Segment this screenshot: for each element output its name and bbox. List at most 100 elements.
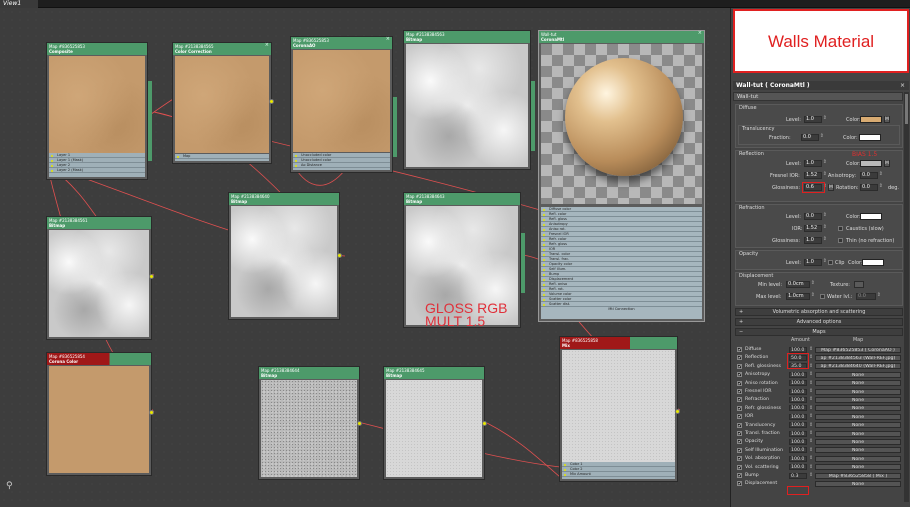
- rotation-spinner[interactable]: 0.0: [860, 184, 883, 191]
- spinner-arrows-icon[interactable]: ⇕: [809, 464, 813, 471]
- bitmap-node[interactable]: Map #2138384563 Bitmap: [403, 30, 535, 170]
- corona-ao-node[interactable]: Map #836525853 CoronaAO × Unoccluded color…: [290, 36, 397, 173]
- map-enable-checkbox[interactable]: ✔: [737, 456, 742, 462]
- map-slot-button[interactable]: None: [815, 455, 901, 462]
- color-correction-node[interactable]: Map #2138384565 Color Correction × Map: [172, 42, 274, 164]
- slot[interactable]: Map: [175, 154, 269, 159]
- map-amount-spinner[interactable]: 100.0: [789, 405, 807, 412]
- output-socket[interactable]: [531, 81, 535, 151]
- map-amount-spinner[interactable]: 100.0: [789, 388, 807, 395]
- maps-rollout[interactable]: − Maps: [735, 328, 903, 336]
- spinner-arrows-icon[interactable]: ⇕: [809, 438, 813, 445]
- map-amount-spinner[interactable]: 100.0: [789, 413, 807, 420]
- corona-material-node[interactable]: Wall-tut CoronaMtl × Diffuse color Refl. c…: [538, 30, 705, 322]
- clip-checkbox[interactable]: [828, 260, 833, 265]
- map-amount-spinner[interactable]: 100.0: [789, 346, 807, 353]
- map-enable-checkbox[interactable]: ✔: [737, 405, 742, 411]
- output-socket[interactable]: [521, 233, 525, 293]
- map-enable-checkbox[interactable]: ✔: [737, 363, 742, 369]
- map-amount-spinner[interactable]: 100.0: [789, 447, 807, 454]
- spinner-arrows-icon[interactable]: ⇕: [809, 388, 813, 395]
- min-level-spinner[interactable]: 0.0cm: [786, 281, 815, 288]
- map-enable-checkbox[interactable]: ✔: [737, 439, 742, 445]
- bitmap-node[interactable]: Map #2138384640 Bitmap: [228, 192, 342, 320]
- map-enable-checkbox[interactable]: ✔: [737, 397, 742, 403]
- thin-checkbox[interactable]: [838, 238, 843, 243]
- close-icon[interactable]: ×: [698, 31, 702, 36]
- map-slot-button[interactable]: Map #836525853 ( CoronaAO ): [815, 346, 901, 353]
- slot[interactable]: Ao Distance: [293, 163, 390, 168]
- fresnel-ior-spinner[interactable]: 1.52: [804, 172, 827, 179]
- map-enable-checkbox[interactable]: ✔: [737, 372, 742, 378]
- output-socket[interactable]: [357, 421, 362, 426]
- map-amount-spinner[interactable]: 100.0: [789, 438, 807, 445]
- map-enable-checkbox[interactable]: ✔: [737, 389, 742, 394]
- map-slot-button[interactable]: None: [815, 405, 901, 412]
- spinner-arrows-icon[interactable]: ⇕: [809, 396, 813, 403]
- map-slot-button[interactable]: None: [815, 380, 901, 387]
- map-slot-button[interactable]: ap #2138384563 (Wall-REF.jpg): [815, 354, 901, 361]
- map-slot-button[interactable]: None: [815, 438, 901, 445]
- texture-map-button[interactable]: [854, 281, 864, 288]
- output-socket[interactable]: [482, 421, 487, 426]
- spinner-arrows-icon[interactable]: ⇕: [809, 447, 813, 454]
- diffuse-map-button[interactable]: M: [884, 116, 890, 123]
- water-level-spinner[interactable]: 0.0: [856, 293, 881, 300]
- bitmap-node[interactable]: Map #2138384645 Bitmap: [383, 366, 487, 480]
- map-slot-button[interactable]: None: [815, 480, 901, 487]
- map-amount-spinner[interactable]: 100.0: [789, 430, 807, 437]
- spinner-arrows-icon[interactable]: ⇕: [809, 380, 813, 387]
- slot[interactable]: Scatter dist.: [541, 302, 702, 307]
- output-socket[interactable]: [337, 253, 342, 258]
- map-slot-button[interactable]: None: [815, 396, 901, 403]
- map-slot-button[interactable]: ap #2138384640 (Wall-REF.jpg): [815, 363, 901, 370]
- mix-node[interactable]: Map #836525858 Mix Color 1 Color 2 Mix Am…: [559, 336, 680, 482]
- map-enable-checkbox[interactable]: ✔: [737, 414, 742, 420]
- map-enable-checkbox[interactable]: ✔: [737, 422, 742, 428]
- close-icon[interactable]: ×: [900, 81, 905, 90]
- map-slot-button[interactable]: None: [815, 422, 901, 429]
- bitmap-node[interactable]: Map #2138384644 Bitmap: [258, 366, 362, 480]
- spinner-arrows-icon[interactable]: ⇕: [809, 405, 813, 412]
- output-socket[interactable]: [149, 274, 154, 279]
- output-socket[interactable]: [675, 409, 680, 414]
- map-enable-checkbox[interactable]: ✔: [737, 481, 742, 487]
- map-amount-spinner[interactable]: 100.0: [789, 455, 807, 462]
- refraction-glossiness-spinner[interactable]: 1.0: [804, 237, 827, 244]
- reflection-color-swatch[interactable]: [860, 160, 882, 167]
- output-socket[interactable]: [148, 81, 152, 161]
- caustics-checkbox[interactable]: [838, 226, 843, 231]
- map-enable-checkbox[interactable]: ✔: [737, 473, 742, 478]
- spinner-arrows-icon[interactable]: ⇕: [809, 363, 813, 370]
- spinner-arrows-icon[interactable]: ⇕: [809, 472, 813, 479]
- slot[interactable]: Layer 2 (Mask): [49, 168, 145, 173]
- opacity-level-spinner[interactable]: 1.0: [804, 259, 827, 266]
- map-enable-checkbox[interactable]: ✔: [737, 347, 742, 352]
- map-slot-button[interactable]: None: [815, 371, 901, 378]
- map-slot-button[interactable]: None: [815, 388, 901, 395]
- corona-color-node[interactable]: Map #836525854 Corona Color: [46, 352, 154, 476]
- translucency-color-swatch[interactable]: [859, 134, 881, 141]
- output-socket[interactable]: [149, 410, 154, 415]
- map-slot-button[interactable]: Map #836525858 ( Mix ): [815, 472, 901, 479]
- output-socket[interactable]: [393, 97, 397, 157]
- panel-scrollbar[interactable]: [904, 92, 909, 502]
- material-name-field[interactable]: Wall-tut: [733, 92, 903, 101]
- map-amount-spinner[interactable]: 100.0: [789, 422, 807, 429]
- volumetric-rollout[interactable]: + Volumetric absorption and scattering: [735, 308, 903, 316]
- map-amount-spinner[interactable]: 100.0: [789, 464, 807, 471]
- map-enable-checkbox[interactable]: ✔: [737, 355, 742, 361]
- spinner-arrows-icon[interactable]: ⇕: [809, 430, 813, 437]
- map-enable-checkbox[interactable]: ✔: [737, 431, 742, 436]
- diffuse-color-swatch[interactable]: [860, 116, 882, 123]
- opacity-color-swatch[interactable]: [862, 259, 884, 266]
- water-level-checkbox[interactable]: [820, 294, 825, 299]
- slot[interactable]: Mix Amount: [562, 472, 675, 477]
- spinner-arrows-icon[interactable]: ⇕: [809, 413, 813, 420]
- spinner-arrows-icon[interactable]: ⇕: [809, 346, 813, 353]
- spinner-arrows-icon[interactable]: ⇕: [809, 371, 813, 378]
- close-icon[interactable]: ×: [265, 43, 269, 48]
- map-slot-button[interactable]: None: [815, 413, 901, 420]
- map-enable-checkbox[interactable]: ✔: [737, 447, 742, 453]
- composite-node[interactable]: Map #836525853 Composite Layer 1 Layer 1 …: [46, 42, 152, 180]
